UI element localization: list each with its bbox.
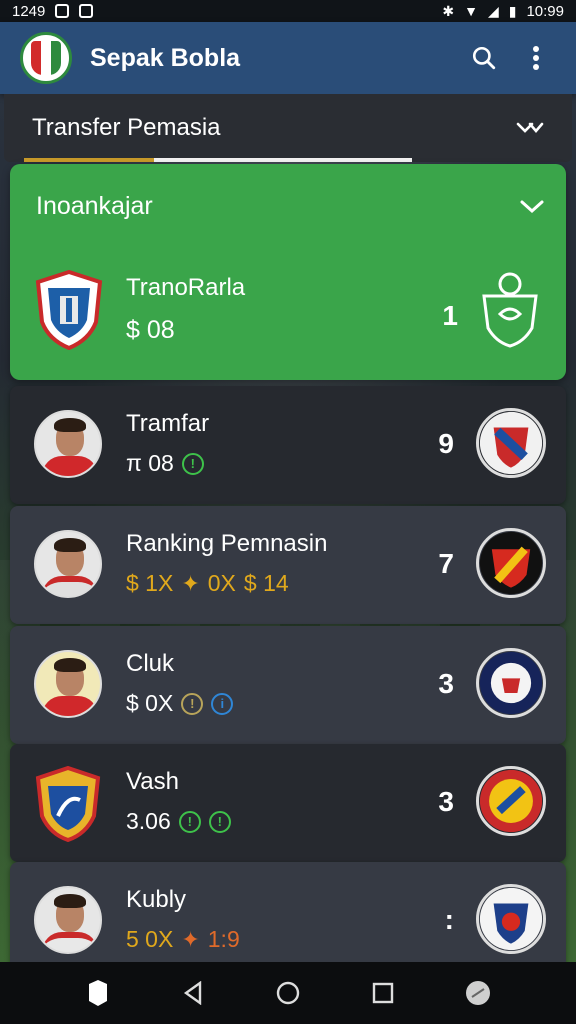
player-name: Tramfar (126, 410, 210, 437)
search-button[interactable] (464, 38, 504, 78)
coin-icon: ✦ (181, 570, 200, 596)
stat-value: 0X (207, 570, 236, 596)
home-circle-icon (276, 981, 300, 1005)
stat-value: 5 0X (126, 926, 174, 952)
info-icon: ! (181, 692, 204, 715)
info-icon: ! (208, 810, 231, 833)
nav-home-button[interactable] (268, 973, 308, 1013)
app-bar: Sepak Bobla (0, 22, 576, 94)
sim-icon (79, 4, 94, 18)
player-name: Kubly (126, 886, 187, 913)
nav-ball-button[interactable] (458, 973, 498, 1013)
nav-app-button[interactable] (78, 973, 118, 1013)
status-bar: 1249 ✱ ▼ ◢ ▮ 10:99 (0, 0, 576, 22)
player-rank: 9 (438, 428, 454, 459)
list-item[interactable]: Tramfar π 08 ! 9 (10, 386, 566, 504)
stat-value: 1:9 (207, 926, 240, 952)
nav-recents-button[interactable] (363, 973, 403, 1013)
player-avatar (34, 886, 102, 954)
player-avatar (34, 410, 102, 478)
stat-value: $ 1X (126, 570, 174, 596)
player-name: Cluk (126, 650, 175, 677)
logo-crest-icon (31, 41, 61, 75)
highlight-heading: Inoankajar (36, 192, 153, 220)
info-icon: i (211, 692, 234, 715)
player-rank: : (444, 904, 454, 935)
status-time-right: 10:99 (526, 2, 564, 20)
list-item[interactable]: Cluk $ 0X ! i 3 (10, 626, 566, 744)
player-rank: 3 (438, 668, 454, 699)
player-stats: π 08 ! (126, 450, 204, 477)
highlight-card[interactable]: Inoankajar TranoRarla $ 08 1 (10, 164, 566, 380)
highlight-value: $ 08 (126, 316, 175, 344)
section-title: Transfer Pemasia (32, 114, 221, 141)
club-crest-icon (35, 766, 101, 842)
notification-icon (55, 4, 70, 18)
more-options-button[interactable] (516, 38, 556, 78)
more-vert-icon (533, 46, 539, 70)
player-name: Vash (126, 768, 179, 795)
player-stats: $ 1X ✦ 0X $ 14 (126, 570, 289, 597)
highlight-rank: 1 (442, 300, 458, 331)
transfer-section-header[interactable]: Transfer Pemasia (4, 94, 572, 162)
soccer-ball-icon (466, 981, 491, 1005)
coin-icon: ✦ (181, 926, 200, 952)
search-icon (472, 46, 496, 70)
section-tab-indicator (24, 158, 412, 162)
nav-back-button[interactable] (173, 973, 213, 1013)
stat-value: $ 0X (126, 690, 174, 716)
stat-value: 3.06 (126, 808, 171, 834)
expand-toggle-icon (516, 122, 544, 133)
battery-icon: ▮ (508, 2, 517, 19)
stat-value: $ 14 (243, 570, 289, 596)
wifi-icon: ▼ (464, 3, 478, 19)
player-avatar (34, 530, 102, 598)
player-rank: 7 (438, 548, 454, 579)
player-name: Ranking Pemnasin (126, 530, 328, 557)
status-time-left: 1249 (12, 2, 46, 20)
club-badge-icon (476, 766, 546, 836)
list-item[interactable]: Vash 3.06 ! ! 3 (10, 744, 566, 862)
player-avatar (34, 650, 102, 718)
stat-value: π 08 (126, 450, 174, 476)
player-stats: 3.06 ! ! (126, 808, 231, 835)
system-nav-bar (0, 962, 576, 1024)
back-triangle-icon (183, 981, 201, 1005)
app-title: Sepak Bobla (90, 43, 241, 72)
highlight-player-name: TranoRarla (126, 274, 246, 301)
info-icon: ! (178, 810, 201, 833)
app-logo[interactable] (20, 32, 72, 84)
player-rank: 3 (438, 786, 454, 817)
club-badge-icon (476, 884, 546, 954)
info-icon: ! (181, 452, 204, 475)
recents-square-icon (372, 982, 394, 1004)
club-badge-icon (476, 528, 546, 598)
player-stats: $ 0X ! i (126, 690, 234, 717)
club-badge-icon (476, 648, 546, 718)
club-badge-icon (476, 408, 546, 478)
league-badge-icon (482, 272, 538, 348)
bluetooth-icon: ✱ (442, 2, 455, 19)
club-crest-icon (35, 270, 103, 350)
player-stats: 5 0X ✦ 1:9 (126, 926, 240, 953)
list-item[interactable]: Ranking Pemnasin $ 1X ✦ 0X $ 14 7 (10, 506, 566, 624)
signal-icon: ◢ (487, 2, 499, 19)
shield-icon (88, 980, 107, 1006)
chevron-down-icon (520, 200, 544, 213)
